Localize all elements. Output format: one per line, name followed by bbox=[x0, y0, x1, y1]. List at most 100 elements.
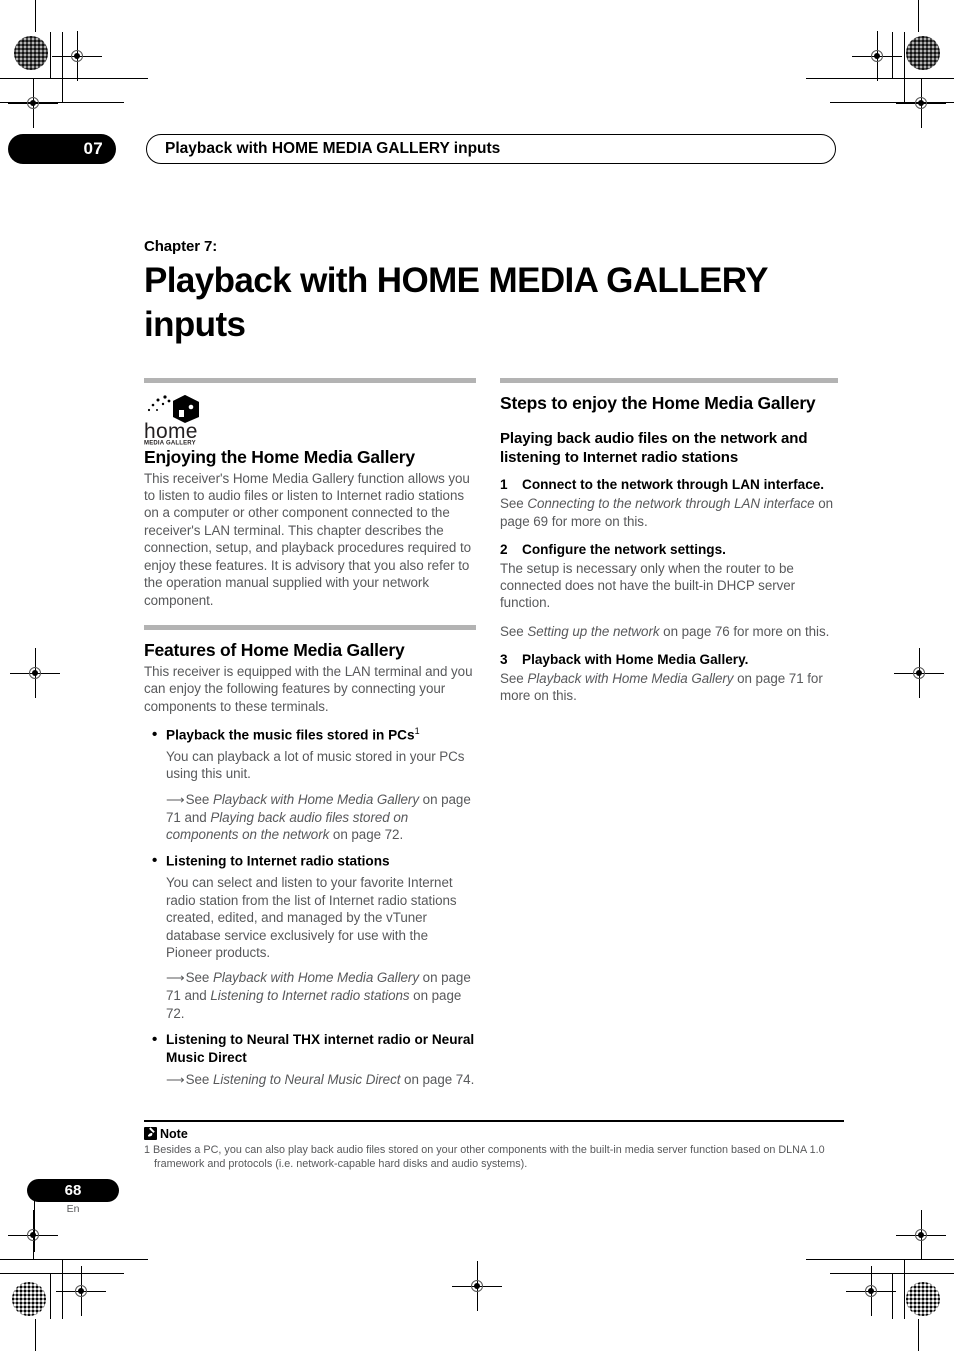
crop-mark-line bbox=[892, 1273, 893, 1319]
fold-line bbox=[918, 1319, 919, 1351]
ref-suffix: on page 72. bbox=[329, 827, 404, 842]
note-header: Note bbox=[144, 1127, 844, 1141]
step-body: The setup is necessary only when the rou… bbox=[500, 560, 796, 611]
section-rule bbox=[144, 378, 476, 383]
halftone-patch bbox=[14, 36, 48, 70]
features-body: This receiver is equipped with the LAN t… bbox=[144, 663, 473, 714]
fold-line bbox=[35, 1319, 36, 1351]
crop-mark-line bbox=[62, 32, 63, 102]
crop-mark-line bbox=[0, 1259, 148, 1260]
steps-heading: Steps to enjoy the Home Media Gallery bbox=[500, 393, 816, 413]
arrow-right-icon: ⟶ bbox=[166, 970, 185, 986]
step-number: 1 bbox=[500, 477, 508, 493]
list-item: Listening to Internet radio stations You… bbox=[144, 851, 476, 1022]
page-language: En bbox=[66, 1203, 80, 1215]
ref-suffix: on page 74. bbox=[400, 1071, 475, 1087]
page-number: 68 bbox=[27, 1179, 119, 1202]
registration-mark bbox=[896, 1210, 946, 1260]
left-column: home MEDIA GALLERY Enjoying the Home Med… bbox=[144, 378, 476, 1098]
ref-italic-1: Listening to Neural Music Direct bbox=[212, 1071, 401, 1087]
ref-italic-1: Playback with Home Media Gallery bbox=[212, 970, 419, 986]
registration-mark bbox=[8, 78, 58, 128]
crop-mark-line bbox=[806, 78, 954, 79]
running-header: 07 Playback with HOME MEDIA GALLERY inpu… bbox=[0, 134, 954, 166]
halftone-patch bbox=[906, 36, 940, 70]
feature-body: You can select and listen to your favori… bbox=[166, 875, 457, 961]
step-body-italic: Connecting to the network through LAN in… bbox=[527, 496, 815, 512]
step-title: 2 Configure the network settings. bbox=[500, 541, 838, 559]
features-heading: Features of Home Media Gallery bbox=[144, 640, 405, 661]
registration-mark bbox=[846, 1266, 896, 1316]
note-divider bbox=[144, 1120, 844, 1122]
note-text: 1 Besides a PC, you can also play back a… bbox=[144, 1143, 844, 1172]
section-rule bbox=[500, 378, 838, 383]
feature-title-text: Playback the music files stored in PCs bbox=[166, 727, 415, 743]
step-number: 2 bbox=[500, 541, 508, 557]
step-body-prefix: See bbox=[500, 670, 528, 686]
crop-mark-line bbox=[50, 32, 51, 78]
step-body: See Playback with Home Media Gallery on … bbox=[500, 670, 838, 705]
halftone-patch bbox=[906, 1282, 940, 1316]
ref-prefix: See bbox=[185, 970, 213, 986]
registration-mark bbox=[8, 1210, 58, 1260]
step-item: 2 Configure the network settings. The set… bbox=[500, 541, 838, 640]
page-footer: 68 En bbox=[27, 1179, 119, 1215]
registration-mark bbox=[56, 1266, 106, 1316]
arrow-right-icon: ⟶ bbox=[166, 1071, 185, 1087]
arrow-right-icon: ⟶ bbox=[166, 791, 185, 807]
step-title-text: Playback with Home Media Gallery. bbox=[522, 652, 749, 668]
feature-title: Listening to Internet radio stations bbox=[144, 851, 476, 870]
fold-line bbox=[918, 0, 919, 32]
step-body-italic: Playback with Home Media Gallery bbox=[527, 670, 734, 686]
feature-reference: ⟶See Playback with Home Media Gallery on… bbox=[144, 969, 476, 1022]
step-number: 3 bbox=[500, 652, 508, 668]
list-item: Listening to Neural THX internet radio o… bbox=[144, 1030, 476, 1089]
note-block: Note 1 Besides a PC, you can also play b… bbox=[144, 1120, 844, 1171]
ref-prefix: See bbox=[185, 1071, 213, 1087]
step-extra-prefix: See bbox=[500, 623, 528, 639]
ref-italic-1: Playback with Home Media Gallery bbox=[212, 791, 419, 807]
feature-body: You can playback a lot of music stored i… bbox=[166, 748, 465, 782]
step-extra-italic: Setting up the network bbox=[527, 623, 660, 639]
registration-mark bbox=[852, 31, 902, 81]
crop-mark-line bbox=[806, 1259, 954, 1260]
crop-mark-line bbox=[62, 1259, 63, 1319]
step-extra: See Setting up the network on page 76 fo… bbox=[500, 623, 838, 640]
page-title: Playback with HOME MEDIA GALLERY inputs bbox=[144, 261, 768, 345]
feature-title-text: Listening to Internet radio stations bbox=[166, 853, 390, 869]
feature-title: Playback the music files stored in PCs1 bbox=[144, 725, 476, 744]
steps-subheading: Playing back audio files on the network … bbox=[500, 429, 808, 466]
crop-mark-line bbox=[904, 1259, 905, 1319]
feature-title-text: Listening to Neural THX internet radio o… bbox=[166, 1032, 475, 1065]
step-title-text: Configure the network settings. bbox=[522, 541, 726, 557]
enjoying-body: This receiver's Home Media Gallery funct… bbox=[144, 470, 472, 608]
step-item: 3 Playback with Home Media Gallery. See P… bbox=[500, 651, 838, 705]
chapter-label: Chapter 7: bbox=[144, 238, 218, 255]
registration-mark bbox=[452, 1261, 502, 1311]
step-body: See Connecting to the network through LA… bbox=[500, 495, 838, 530]
registration-mark bbox=[896, 78, 946, 128]
svg-text:MEDIA GALLERY: MEDIA GALLERY bbox=[144, 441, 196, 446]
step-extra-suffix: on page 76 for more on this. bbox=[659, 623, 830, 639]
list-item: Playback the music files stored in PCs1 … bbox=[144, 725, 476, 844]
home-media-gallery-logo: home MEDIA GALLERY bbox=[144, 393, 476, 445]
crop-mark-line bbox=[50, 1273, 51, 1319]
registration-mark bbox=[52, 31, 102, 81]
fold-line bbox=[35, 0, 36, 32]
pencil-icon bbox=[144, 1127, 157, 1140]
step-body-prefix: See bbox=[500, 496, 528, 512]
section-rule bbox=[144, 625, 476, 631]
home-media-gallery-logo-icon: home MEDIA GALLERY bbox=[144, 395, 199, 446]
ref-italic-2: Listening to Internet radio stations bbox=[210, 988, 410, 1004]
step-title: 3 Playback with Home Media Gallery. bbox=[500, 651, 838, 669]
registration-mark bbox=[894, 648, 944, 698]
step-title: 1 Connect to the network through LAN inte… bbox=[500, 476, 838, 494]
crop-mark-line bbox=[0, 78, 148, 79]
note-title: Note bbox=[160, 1126, 188, 1141]
note-line-1: 1 Besides a PC, you can also play back a… bbox=[144, 1143, 825, 1156]
chapter-title-block: Chapter 7: Playback with HOME MEDIA GALL… bbox=[144, 238, 844, 347]
right-column: Steps to enjoy the Home Media Gallery Pl… bbox=[500, 378, 838, 716]
footnote-marker: 1 bbox=[414, 725, 420, 736]
feature-reference: ⟶See Listening to Neural Music Direct on… bbox=[144, 1071, 476, 1089]
registration-mark bbox=[10, 648, 60, 698]
